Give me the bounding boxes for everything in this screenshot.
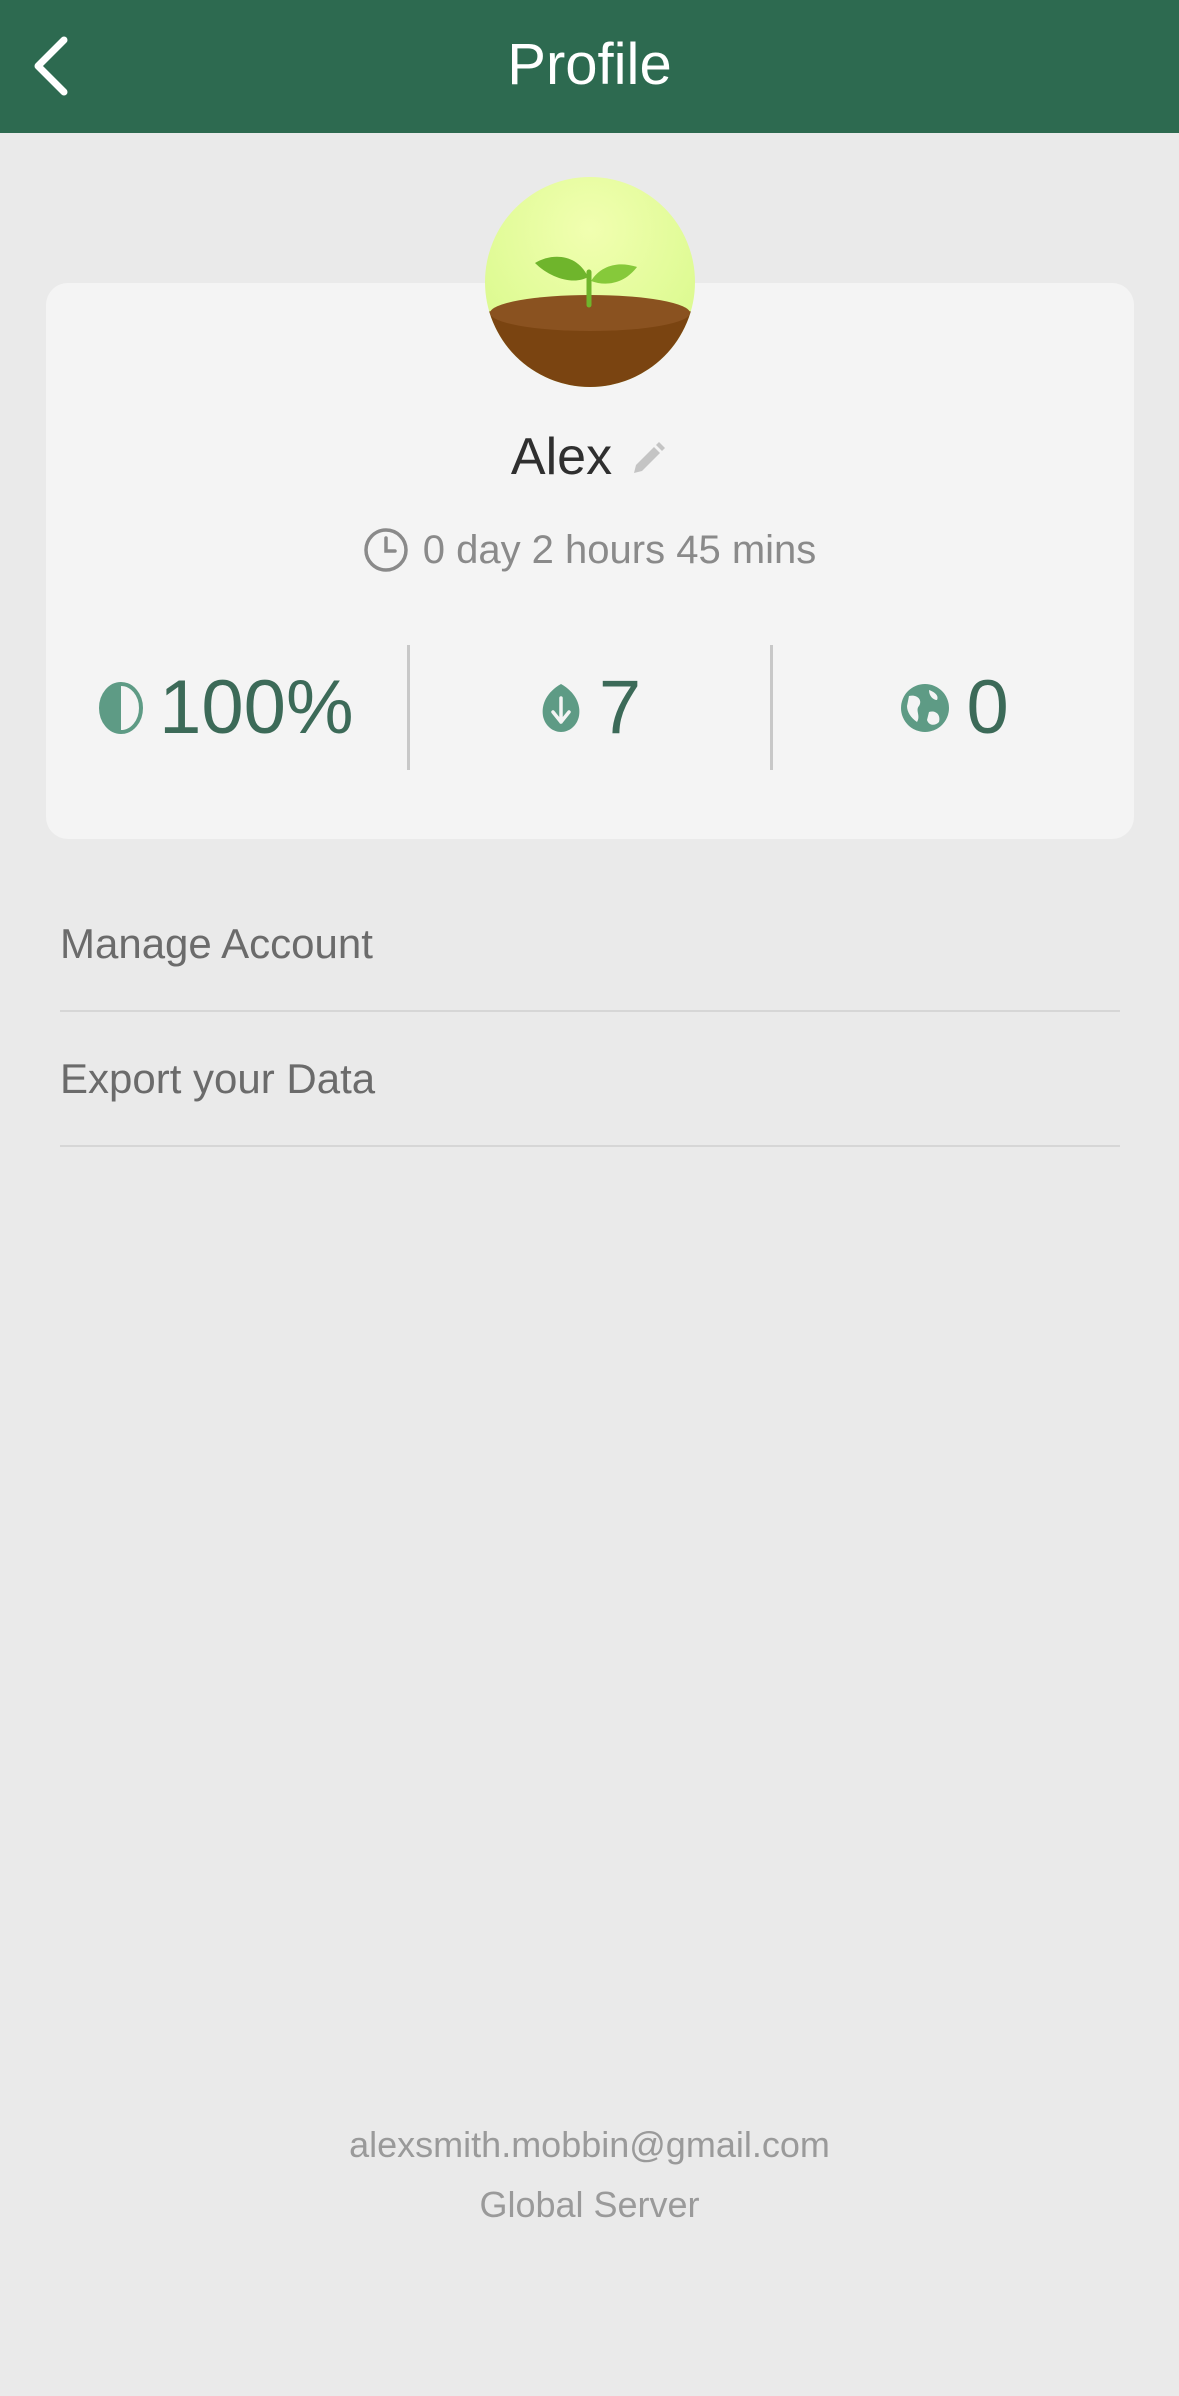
pencil-icon[interactable] <box>628 437 668 477</box>
stat-value: 0 <box>966 665 1009 750</box>
back-button[interactable] <box>14 28 90 104</box>
export-data-item[interactable]: Export your Data <box>60 1012 1120 1147</box>
profile-name: Alex <box>510 428 613 486</box>
server-label: Global Server <box>479 2184 700 2225</box>
settings-menu: Manage Account Export your Data <box>60 877 1120 1147</box>
globe-icon <box>900 683 949 732</box>
stat-trees: 7 <box>406 645 771 770</box>
name-row: Alex <box>0 420 1179 494</box>
sprout-icon <box>485 177 695 387</box>
stat-value: 100% <box>159 665 354 750</box>
focus-time-row: 0 day 2 hours 45 mins <box>0 520 1179 580</box>
leaf-icon <box>542 683 580 732</box>
manage-account-item[interactable]: Manage Account <box>60 877 1120 1012</box>
clock-icon <box>363 528 408 572</box>
chevron-left-icon <box>34 36 68 96</box>
focus-time-text: 0 day 2 hours 45 mins <box>422 527 817 572</box>
stat-success-rate: 100% <box>46 645 407 770</box>
half-circle-icon <box>99 681 144 734</box>
stat-real-trees: 0 <box>770 645 1134 770</box>
account-footer: alexsmith.mobbin@gmail.com Global Server <box>0 2115 1179 2235</box>
stats-row: 100% 7 0 <box>46 645 1134 770</box>
account-email: alexsmith.mobbin@gmail.com <box>349 2124 830 2165</box>
stat-value: 7 <box>598 665 642 750</box>
avatar[interactable] <box>485 177 695 387</box>
top-bar: Profile <box>0 0 1179 133</box>
page-title: Profile <box>507 32 672 97</box>
